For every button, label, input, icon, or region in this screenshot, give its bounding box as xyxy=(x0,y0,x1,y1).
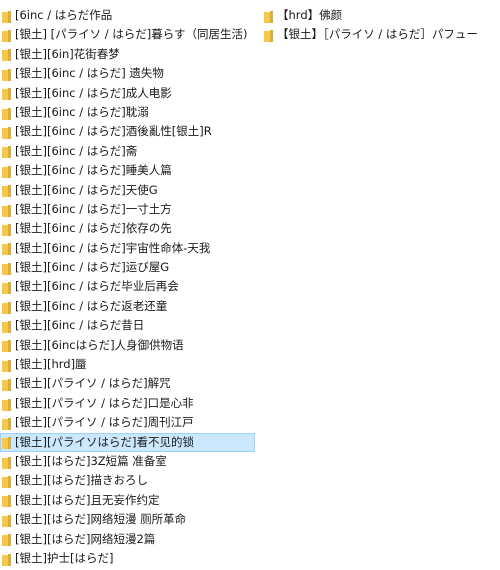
folder-item[interactable]: [6inc / はらだ作品 xyxy=(0,6,255,25)
folder-icon xyxy=(2,68,11,81)
folder-list-right: 【hrd】佛颜【银土】［パライソ / はらだ］パフュー xyxy=(262,6,500,45)
folder-item[interactable]: [银土]护士[はらだ] xyxy=(0,549,255,568)
folder-name: [银土][6inc / はらだ]宇宙性命体-天我 xyxy=(15,240,211,255)
folder-icon xyxy=(2,533,11,547)
folder-icon xyxy=(2,339,11,353)
folder-item[interactable]: [银土][はらだ]网络短漫 厕所革命 xyxy=(0,510,255,529)
folder-name: [银土][6inc / はらだ]天使G xyxy=(15,182,158,197)
folder-name: [银土][はらだ]网络短漫2篇 xyxy=(15,531,156,546)
folder-item[interactable]: [银土][6inc / はらだ返老还童 xyxy=(0,297,255,316)
folder-name: [银土][6inc / はらだ毕业后再会 xyxy=(15,279,179,294)
folder-item[interactable]: [银土][はらだ]且无妄作约定 xyxy=(0,491,255,510)
folder-item[interactable]: 【hrd】佛颜 xyxy=(262,6,500,25)
folder-item[interactable]: [银土][6inc / はらだ]睡美人篇 xyxy=(0,161,255,180)
folder-name: [银土][はらだ]网络短漫 厕所革命 xyxy=(15,512,187,527)
folder-icon xyxy=(2,475,11,489)
folder-icon xyxy=(2,456,11,469)
folder-icon xyxy=(2,126,11,140)
folder-item[interactable]: [银土][hrd]蜃 xyxy=(0,355,255,374)
folder-name: [银土][6inc / はらだ]斋 xyxy=(15,143,138,158)
folder-item[interactable]: [银土][6inc / はらだ]酒後亂性[银土]R xyxy=(0,122,255,141)
folder-name: [银土][パライソ / はらだ]周刊江戸 xyxy=(15,415,194,430)
folder-icon xyxy=(264,10,273,23)
folder-name: [银土][6incはらだ]人身御供物语 xyxy=(15,337,184,352)
folder-icon xyxy=(2,378,11,392)
folder-item[interactable]: [银土][6inc / はらだ]天使G xyxy=(0,181,255,200)
folder-item[interactable]: [银土][パライソ / はらだ]口是心非 xyxy=(0,394,255,413)
folder-icon xyxy=(2,165,11,178)
folder-icon xyxy=(2,436,11,450)
folder-name: [银土][6in]花街春梦 xyxy=(15,46,120,61)
folder-name: [银土][6inc / はらだ]依存の先 xyxy=(15,221,172,236)
folder-icon xyxy=(2,107,11,120)
folder-icon xyxy=(2,359,11,372)
folder-icon xyxy=(2,223,11,236)
folder-name: [银土][6inc / はらだ]酒後亂性[银土]R xyxy=(15,124,212,139)
folder-icon xyxy=(2,553,11,566)
folder-name: [银土][hrd]蜃 xyxy=(15,357,87,372)
folder-name: [银土][6inc / はらだ]运び屋G xyxy=(15,260,170,275)
folder-icon xyxy=(2,398,11,411)
folder-name: [银土][6inc / はらだ] 遗失物 xyxy=(15,66,164,81)
folder-item[interactable]: [银土][6inc / はらだ]耽溺 xyxy=(0,103,255,122)
folder-item[interactable]: [银土][6in]花街春梦 xyxy=(0,45,255,64)
folder-icon xyxy=(2,301,11,314)
folder-item[interactable]: [银土][6inc / はらだ]运び屋G xyxy=(0,258,255,277)
folder-item[interactable]: [银土][6inc / はらだ昔日 xyxy=(0,316,255,335)
folder-name: 【银土】［パライソ / はらだ］パフュー xyxy=(277,27,478,42)
folder-icon xyxy=(2,204,11,217)
folder-icon xyxy=(2,10,11,23)
folder-name: [银土][6inc / はらだ]成人电影 xyxy=(15,85,172,100)
folder-item[interactable]: [银土][パライソ / はらだ]周刊江戸 xyxy=(0,413,255,432)
folder-name: [银土][6inc / はらだ]睡美人篇 xyxy=(15,163,172,178)
folder-icon xyxy=(2,242,11,256)
folder-item[interactable]: [银土][パライソはらだ]看不见的锁 xyxy=(0,432,255,452)
folder-icon xyxy=(2,87,11,101)
folder-name: [银土]护士[はらだ] xyxy=(15,550,114,565)
folder-name: 【hrd】佛颜 xyxy=(277,8,343,22)
folder-item[interactable]: [银土][6incはらだ]人身御供物语 xyxy=(0,336,255,355)
folder-item[interactable]: [银土][はらだ]3Z短篇 准备室 xyxy=(0,452,255,471)
folder-name: [银土] [パライソ / はらだ]暮らす（同居生活) xyxy=(15,27,248,42)
folder-item[interactable]: 【银土】［パライソ / はらだ］パフュー xyxy=(262,25,500,44)
folder-item[interactable]: [银土][6inc / はらだ] 遗失物 xyxy=(0,64,255,83)
folder-icon xyxy=(2,320,11,333)
folder-item[interactable]: [银土][6inc / はらだ]依存の先 xyxy=(0,219,255,238)
folder-icon xyxy=(2,145,11,159)
folder-icon xyxy=(2,494,11,508)
folder-icon xyxy=(264,29,273,43)
folder-item[interactable]: [银土][6inc / はらだ]斋 xyxy=(0,142,255,161)
folder-list-left: [6inc / はらだ作品 [银土] [パライソ / はらだ]暮らす（同居生活) [… xyxy=(0,6,255,568)
folder-name: [银土][6inc / はらだ]一寸土方 xyxy=(15,201,172,216)
folder-name: [6inc / はらだ作品 xyxy=(15,8,113,22)
folder-item[interactable]: [银土][はらだ]描きおろし xyxy=(0,471,255,490)
folder-item[interactable]: [银土][パライソ / はらだ]解咒 xyxy=(0,374,255,393)
folder-item[interactable]: [银土][6inc / はらだ]成人电影 xyxy=(0,84,255,103)
folder-icon xyxy=(2,417,11,430)
folder-item[interactable]: [银土][6inc / はらだ毕业后再会 xyxy=(0,277,255,296)
folder-name: [银土][はらだ]3Z短篇 准备室 xyxy=(15,453,167,468)
folder-name: [银土][6inc / はらだ]耽溺 xyxy=(15,104,149,119)
folder-icon xyxy=(2,184,11,198)
folder-icon xyxy=(2,514,11,527)
folder-icon xyxy=(2,29,11,43)
folder-icon xyxy=(2,262,11,275)
folder-name: [银土][パライソ / はらだ]解咒 xyxy=(15,376,171,391)
folder-item[interactable]: [银土][はらだ]网络短漫2篇 xyxy=(0,530,255,549)
folder-name: [银土][はらだ]且无妄作约定 xyxy=(15,492,160,507)
folder-name: [银土][6inc / はらだ昔日 xyxy=(15,318,145,333)
folder-icon xyxy=(2,48,11,62)
folder-item[interactable]: [银土][6inc / はらだ]宇宙性命体-天我 xyxy=(0,239,255,258)
folder-icon xyxy=(2,281,11,295)
folder-name: [银土][パライソ / はらだ]口是心非 xyxy=(15,395,194,410)
folder-item[interactable]: [银土] [パライソ / はらだ]暮らす（同居生活) xyxy=(0,25,255,44)
folder-name: [银土][はらだ]描きおろし xyxy=(15,473,148,488)
folder-name: [银土][パライソはらだ]看不见的锁 xyxy=(15,434,194,449)
folder-item[interactable]: [银土][6inc / はらだ]一寸土方 xyxy=(0,200,255,219)
folder-name: [银土][6inc / はらだ返老还童 xyxy=(15,298,168,313)
